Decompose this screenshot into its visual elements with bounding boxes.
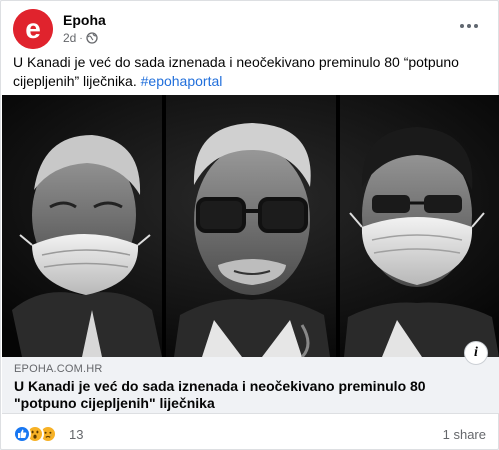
post-card: e Epoha 2d · U Kanadi je već do sada izn… [0, 0, 499, 450]
dot-icon [460, 24, 464, 28]
separator-dot: · [79, 32, 83, 44]
dot-icon [474, 24, 478, 28]
globe-icon [86, 32, 98, 44]
link-preview[interactable]: i EPOHA.COM.HR U Kanadi je već do sada i… [2, 341, 499, 414]
page-avatar[interactable]: e [13, 9, 53, 49]
post-time[interactable]: 2d [63, 31, 76, 45]
more-options-button[interactable] [454, 15, 484, 35]
hashtag-link[interactable]: #epohaportal [141, 73, 223, 89]
post-image[interactable] [2, 95, 499, 357]
reaction-count[interactable]: 13 [69, 427, 83, 442]
post-meta: 2d · [63, 31, 98, 45]
svg-text:e: e [25, 13, 41, 44]
like-icon [13, 425, 31, 443]
middle-figure [174, 123, 330, 357]
share-count[interactable]: 1 share [443, 427, 486, 442]
reaction-icons[interactable] [13, 425, 57, 443]
page-name[interactable]: Epoha [63, 12, 106, 28]
link-domain: EPOHA.COM.HR [14, 363, 103, 375]
dot-icon [467, 24, 471, 28]
post-footer: 13 1 share [13, 425, 486, 445]
info-icon[interactable]: i [464, 341, 488, 365]
post-text: U Kanadi je već do sada iznenada i neoče… [13, 53, 483, 91]
post-header: e Epoha 2d · [13, 9, 486, 49]
post-body: U Kanadi je već do sada iznenada i neoče… [13, 54, 459, 89]
epoha-logo-icon: e [13, 9, 53, 49]
link-headline[interactable]: U Kanadi je već do sada iznenada i neoče… [14, 378, 454, 412]
